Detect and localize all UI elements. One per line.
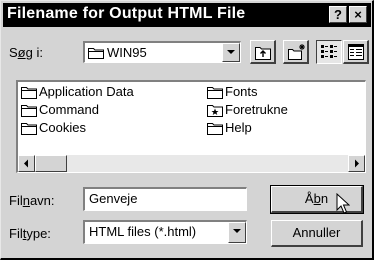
- save-dialog: Filename for Output HTML File ? × Søg i:…: [0, 0, 374, 260]
- window-title: Filename for Output HTML File: [7, 5, 246, 22]
- mouse-cursor-icon: [336, 193, 350, 214]
- new-folder-button[interactable]: [283, 40, 309, 64]
- filename-label: Filnavn:: [9, 193, 55, 208]
- horizontal-scrollbar[interactable]: [18, 155, 365, 172]
- folder-icon: [21, 123, 37, 135]
- scroll-left-button[interactable]: [18, 155, 35, 172]
- file-name: Foretrukne: [225, 102, 288, 117]
- look-in-value: WIN95: [107, 45, 147, 60]
- favorites-folder-icon: [207, 105, 223, 117]
- list-view-button[interactable]: [316, 40, 342, 64]
- file-name: Application Data: [39, 84, 134, 99]
- new-folder-icon: [288, 44, 305, 60]
- arrow-left-icon: [24, 159, 28, 168]
- look-in-label: Søg i:: [9, 45, 43, 60]
- filetype-value: HTML files (*.html): [89, 224, 197, 239]
- folder-icon: [207, 87, 223, 99]
- folder-icon: [21, 87, 37, 99]
- filetype-dropdown-button[interactable]: [228, 222, 246, 243]
- file-name: Cookies: [39, 120, 86, 135]
- title-bar[interactable]: Filename for Output HTML File ? ×: [3, 3, 371, 27]
- look-in-dropdown-button[interactable]: [222, 43, 240, 62]
- details-view-button[interactable]: [343, 40, 369, 64]
- scroll-thumb[interactable]: [35, 155, 67, 172]
- file-list[interactable]: Application Data Command Cookies Fonts F…: [16, 80, 366, 173]
- arrow-right-icon: [355, 159, 359, 168]
- cancel-button[interactable]: Annuller: [271, 220, 363, 247]
- filename-input[interactable]: Genveje: [83, 187, 247, 211]
- file-name: Command: [39, 102, 99, 117]
- up-folder-button[interactable]: [250, 40, 276, 64]
- scroll-right-button[interactable]: [348, 155, 365, 172]
- folder-icon: [21, 105, 37, 117]
- up-folder-icon: [255, 47, 271, 60]
- folder-icon: [88, 48, 104, 59]
- close-button[interactable]: ×: [349, 6, 367, 23]
- help-button[interactable]: ?: [329, 6, 347, 23]
- details-view-icon: [348, 44, 364, 60]
- filetype-label: Filtype:: [9, 226, 51, 241]
- look-in-dropdown[interactable]: WIN95: [83, 41, 241, 63]
- file-name: Help: [225, 120, 252, 135]
- filetype-dropdown[interactable]: HTML files (*.html): [83, 220, 247, 244]
- folder-icon: [207, 123, 223, 135]
- file-name: Fonts: [225, 84, 258, 99]
- list-view-icon: [321, 45, 337, 58]
- filename-value: Genveje: [89, 191, 138, 206]
